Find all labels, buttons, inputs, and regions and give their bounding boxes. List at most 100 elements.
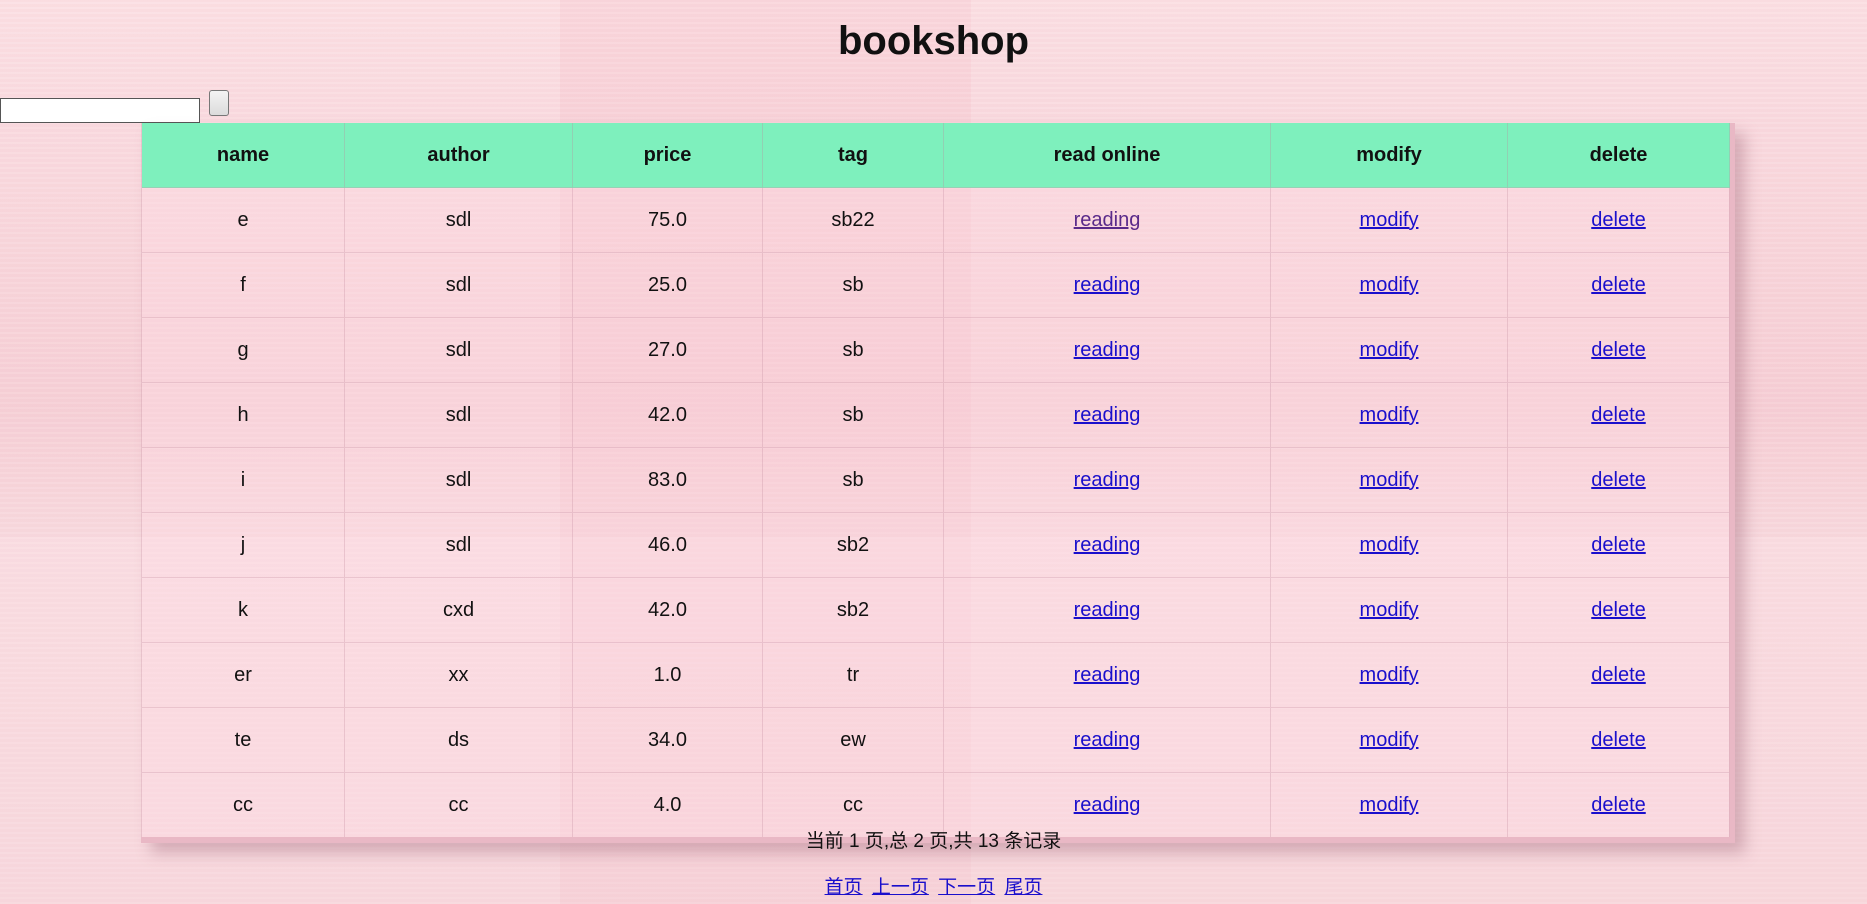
reading-link[interactable]: reading [1074,339,1141,361]
cell-delete: delete [1507,382,1730,448]
cell-read-online: reading [943,772,1271,837]
next-page-link[interactable]: 下一页 [938,877,995,898]
column-header-modify: modify [1270,123,1508,188]
cell-price: 34.0 [572,707,763,773]
modify-link[interactable]: modify [1360,534,1419,556]
modify-link[interactable]: modify [1360,339,1419,361]
cell-read-online: reading [943,707,1271,773]
modify-link[interactable]: modify [1360,209,1419,231]
prev-page-link[interactable]: 上一页 [872,877,929,898]
cell-modify: modify [1270,447,1508,513]
delete-link[interactable]: delete [1591,209,1646,231]
table-row: er xx 1.0 tr reading modify delete [141,642,1730,708]
cell-tag: sb2 [762,512,944,578]
reading-link[interactable]: reading [1074,729,1141,751]
modify-link[interactable]: modify [1360,664,1419,686]
cell-tag: tr [762,642,944,708]
cell-name: k [141,577,345,643]
delete-link[interactable]: delete [1591,469,1646,491]
cell-name: te [141,707,345,773]
column-header-author: author [344,123,573,188]
modify-link[interactable]: modify [1360,469,1419,491]
cell-read-online: reading [943,447,1271,513]
column-header-read-online: read online [943,123,1271,188]
reading-link[interactable]: reading [1074,664,1141,686]
cell-delete: delete [1507,317,1730,383]
cell-read-online: reading [943,382,1271,448]
cell-tag: sb [762,252,944,318]
modify-link[interactable]: modify [1360,274,1419,296]
delete-link[interactable]: delete [1591,599,1646,621]
table-row: g sdl 27.0 sb reading modify delete [141,317,1730,383]
book-table-container: name author price tag read online modify… [141,123,1735,843]
book-table: name author price tag read online modify… [141,123,1730,837]
cell-name: h [141,382,345,448]
table-row: te ds 34.0 ew reading modify delete [141,707,1730,773]
cell-delete: delete [1507,512,1730,578]
delete-link[interactable]: delete [1591,664,1646,686]
column-header-delete: delete [1507,123,1730,188]
reading-link[interactable]: reading [1074,469,1141,491]
table-row: i sdl 83.0 sb reading modify delete [141,447,1730,513]
cell-read-online: reading [943,577,1271,643]
table-row: h sdl 42.0 sb reading modify delete [141,382,1730,448]
cell-price: 1.0 [572,642,763,708]
cell-name: g [141,317,345,383]
cell-tag: sb [762,447,944,513]
cell-price: 42.0 [572,382,763,448]
cell-delete: delete [1507,642,1730,708]
cell-modify: modify [1270,772,1508,837]
cell-modify: modify [1270,382,1508,448]
cell-price: 42.0 [572,577,763,643]
delete-link[interactable]: delete [1591,729,1646,751]
modify-link[interactable]: modify [1360,794,1419,816]
column-header-tag: tag [762,123,944,188]
cell-tag: sb [762,382,944,448]
cell-read-online: reading [943,512,1271,578]
modify-link[interactable]: modify [1360,404,1419,426]
search-input[interactable] [0,98,200,123]
delete-link[interactable]: delete [1591,274,1646,296]
cell-tag: ew [762,707,944,773]
reading-link[interactable]: reading [1074,274,1141,296]
cell-price: 75.0 [572,187,763,253]
reading-link[interactable]: reading [1074,209,1141,231]
cell-author: sdl [344,252,573,318]
cell-read-online: reading [943,252,1271,318]
last-page-link[interactable]: 尾页 [1004,877,1042,898]
modify-link[interactable]: modify [1360,729,1419,751]
cell-modify: modify [1270,187,1508,253]
cell-tag: sb2 [762,577,944,643]
cell-tag: sb22 [762,187,944,253]
cell-read-online: reading [943,187,1271,253]
cell-delete: delete [1507,187,1730,253]
delete-link[interactable]: delete [1591,339,1646,361]
modify-link[interactable]: modify [1360,599,1419,621]
delete-link[interactable]: delete [1591,404,1646,426]
cell-delete: delete [1507,577,1730,643]
delete-link[interactable]: delete [1591,794,1646,816]
reading-link[interactable]: reading [1074,404,1141,426]
cell-read-online: reading [943,642,1271,708]
cell-modify: modify [1270,317,1508,383]
reading-link[interactable]: reading [1074,599,1141,621]
search-button[interactable] [209,90,229,116]
cell-author: sdl [344,512,573,578]
cell-author: xx [344,642,573,708]
cell-delete: delete [1507,707,1730,773]
pagination-info: 当前 1 页,总 2 页,共 13 条记录 [805,831,1062,852]
table-row: e sdl 75.0 sb22 reading modify delete [141,187,1730,253]
cell-read-online: reading [943,317,1271,383]
first-page-link[interactable]: 首页 [825,877,863,898]
delete-link[interactable]: delete [1591,534,1646,556]
cell-author: sdl [344,187,573,253]
cell-modify: modify [1270,642,1508,708]
cell-author: sdl [344,317,573,383]
cell-price: 4.0 [572,772,763,837]
reading-link[interactable]: reading [1074,534,1141,556]
reading-link[interactable]: reading [1074,794,1141,816]
cell-author: ds [344,707,573,773]
cell-price: 83.0 [572,447,763,513]
cell-delete: delete [1507,772,1730,837]
table-row: k cxd 42.0 sb2 reading modify delete [141,577,1730,643]
